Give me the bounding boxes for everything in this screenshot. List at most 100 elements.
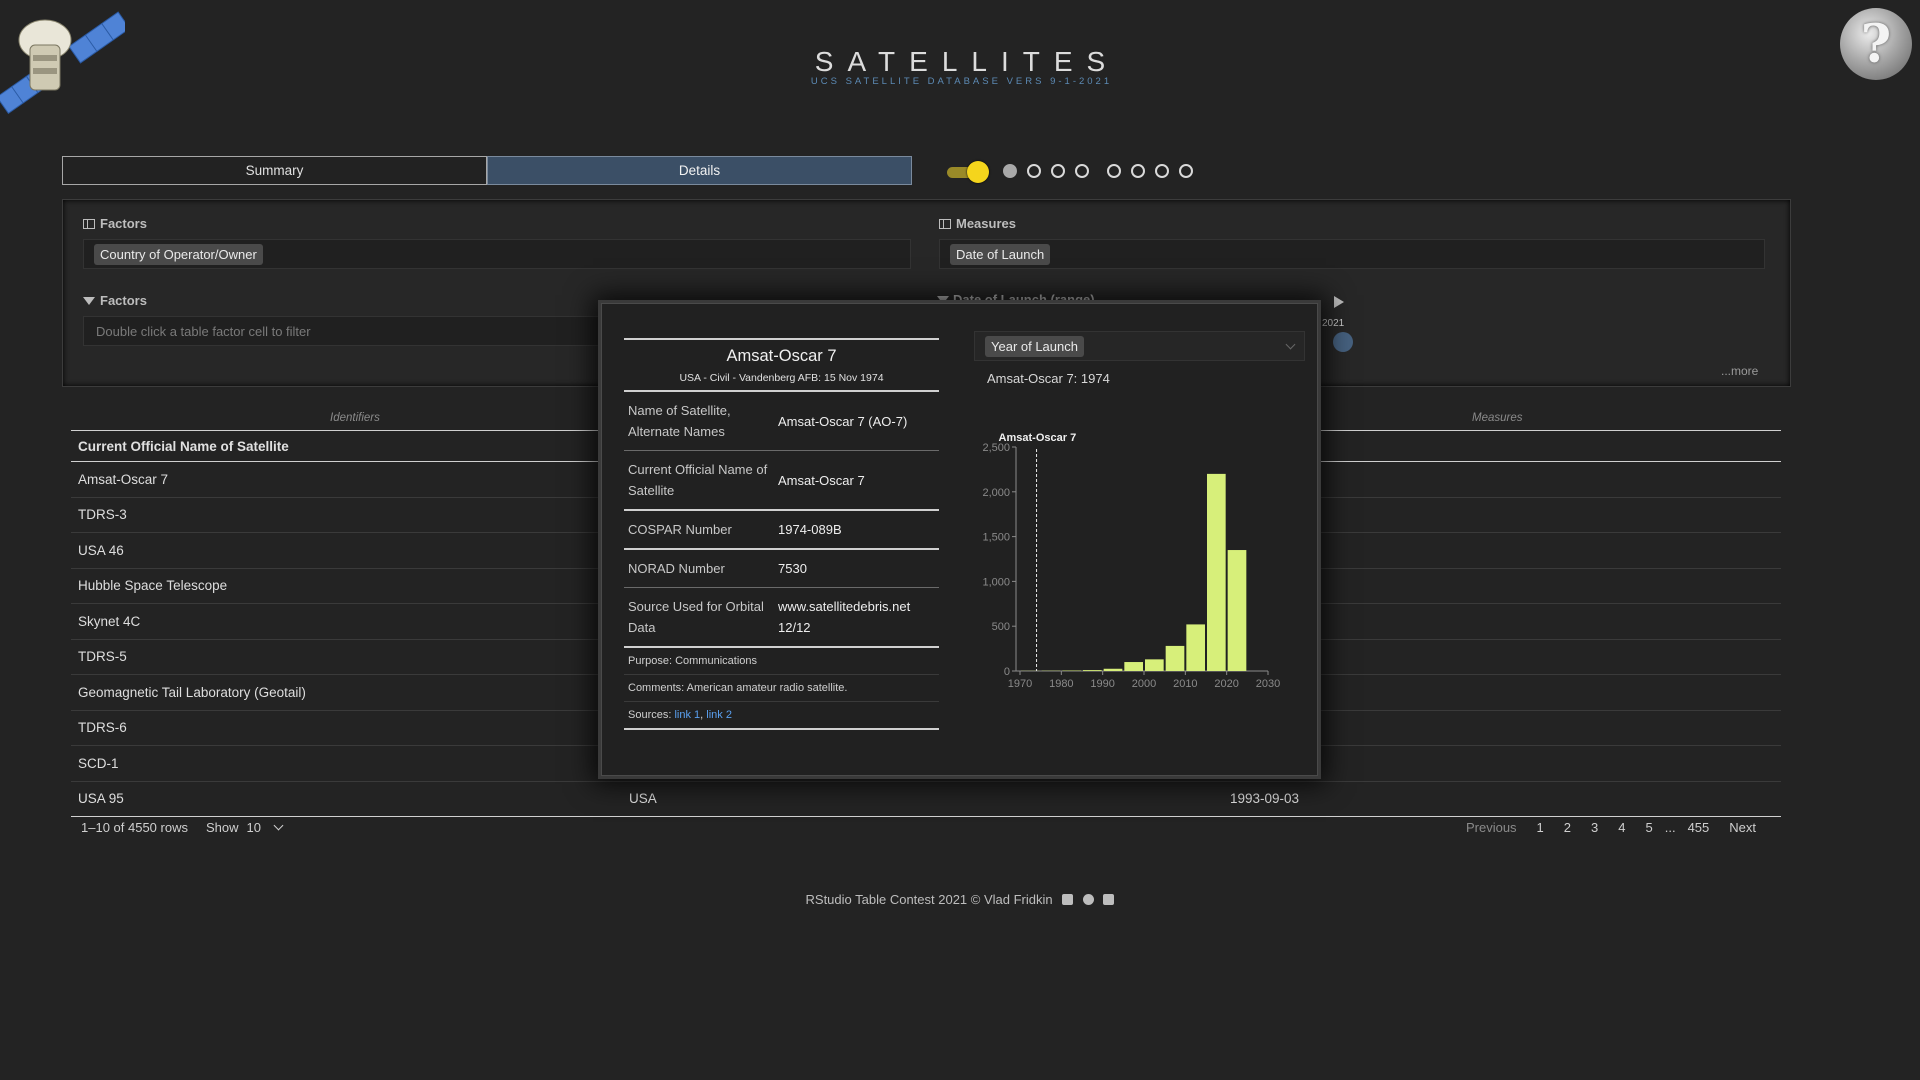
cell-name[interactable]: USA 95 [71, 791, 629, 806]
measure-chip[interactable]: Date of Launch [950, 243, 1051, 265]
x-tick-label: 2030 [1256, 678, 1280, 690]
previous-page-button[interactable]: Previous [1456, 820, 1527, 835]
page-button[interactable]: 2 [1554, 820, 1581, 835]
field-value: www.satellitedebris.net 12/12 [778, 599, 911, 635]
step-dot-7[interactable] [1155, 164, 1169, 178]
step-dot-5[interactable] [1107, 164, 1121, 178]
footer-text: RStudio Table Contest 2021 © Vlad Fridki… [805, 892, 1053, 907]
factor-chip[interactable]: Country of Operator/Owner [94, 243, 263, 265]
histogram-bar [1145, 659, 1164, 671]
footer: RStudio Table Contest 2021 © Vlad Fridki… [0, 892, 1920, 907]
sources-label: Sources: [628, 709, 672, 721]
cell-name[interactable]: Geomagnetic Tail Laboratory (Geotail) [71, 685, 629, 700]
page-ellipsis: ... [1664, 820, 1676, 835]
step-dot-8[interactable] [1179, 164, 1193, 178]
step-dot-2[interactable] [1027, 164, 1041, 178]
step-dot-6[interactable] [1131, 164, 1145, 178]
cell-name[interactable]: TDRS-5 [71, 649, 629, 664]
cell-country[interactable]: USA [629, 791, 1180, 806]
satellite-info: Amsat-Oscar 7 USA - Civil - Vandenberg A… [624, 338, 939, 730]
table-icon [83, 218, 95, 229]
source-link-1[interactable]: link 1 [674, 709, 700, 721]
purpose-text: Purpose: Communications [624, 648, 939, 675]
factors-section-label: Factors [83, 216, 147, 231]
filter-input[interactable]: Double click a table factor cell to filt… [83, 316, 613, 346]
field-value: 1974-089B [778, 522, 842, 537]
y-tick-label: 1,000 [982, 576, 1010, 588]
x-tick-label: 1970 [1008, 678, 1032, 690]
factors-drop-zone[interactable]: Country of Operator/Owner [83, 239, 911, 269]
y-tick-label: 2,000 [982, 487, 1010, 499]
cell-name[interactable]: TDRS-3 [71, 507, 629, 522]
filter-section-label: Factors [83, 293, 147, 308]
x-tick-label: 2020 [1214, 678, 1238, 690]
measures-group-header: Measures [1472, 412, 1523, 424]
step-dot-1[interactable] [1003, 164, 1017, 178]
table-icon [939, 218, 951, 229]
theme-toggle[interactable] [947, 161, 989, 183]
field-key: COSPAR Number [628, 522, 732, 537]
histogram-bar [1165, 645, 1185, 671]
play-icon[interactable] [1334, 296, 1344, 308]
cell-name[interactable]: TDRS-6 [71, 720, 629, 735]
help-icon: ? [1860, 13, 1892, 75]
page-button[interactable]: 3 [1581, 820, 1608, 835]
cell-name[interactable]: SCD-1 [71, 756, 629, 771]
row-count: 1–10 of 4550 rows [81, 820, 188, 835]
field-value: 7530 [778, 561, 807, 576]
modal-title: Amsat-Oscar 7 [726, 347, 837, 365]
factors-label-text: Factors [100, 216, 147, 231]
field-row: Source Used for Orbital Data www.satelli… [624, 588, 939, 648]
pagination-info: 1–10 of 4550 rows Show 10 [81, 820, 284, 835]
field-row: Name of Satellite, Alternate Names Amsat… [624, 392, 939, 451]
range-slider-handle[interactable] [1333, 332, 1353, 352]
measure-select[interactable]: Year of Launch [974, 331, 1305, 361]
measures-label-text: Measures [956, 216, 1016, 231]
page-button[interactable]: 4 [1608, 820, 1635, 835]
histogram-bar [1124, 662, 1143, 671]
step-dot-4[interactable] [1075, 164, 1089, 178]
sources-row: Sources: link 1, link 2 [624, 702, 939, 730]
tab-details[interactable]: Details [487, 156, 912, 185]
next-page-button[interactable]: Next [1719, 820, 1766, 835]
cell-name[interactable]: USA 46 [71, 543, 629, 558]
chevron-down-icon [273, 820, 284, 831]
modal-header: Amsat-Oscar 7 USA - Civil - Vandenberg A… [624, 338, 939, 392]
column-header-name[interactable]: Current Official Name of Satellite [71, 439, 289, 454]
range-end-year: 2021 [1322, 318, 1345, 329]
x-tick-label: 1980 [1049, 678, 1073, 690]
filter-icon [83, 296, 95, 305]
toggle-knob [967, 161, 989, 183]
field-row: COSPAR Number 1974-089B [624, 511, 939, 550]
more-link[interactable]: ...more [1721, 364, 1758, 378]
x-tick-label: 2010 [1173, 678, 1197, 690]
field-value: Amsat-Oscar 7 (AO-7) [778, 413, 908, 429]
page-button[interactable]: 1 [1527, 820, 1554, 835]
youtube-icon[interactable] [1103, 894, 1115, 905]
y-tick-label: 0 [1004, 666, 1010, 678]
tab-summary[interactable]: Summary [62, 156, 487, 185]
histogram-bar [1103, 668, 1123, 671]
marker-label: Amsat-Oscar 7 [999, 432, 1077, 444]
measures-drop-zone[interactable]: Date of Launch [939, 239, 1765, 269]
page-button[interactable]: 455 [1678, 820, 1720, 835]
chart-caption: Amsat-Oscar 7: 1974 [987, 371, 1110, 386]
field-key: NORAD Number [628, 561, 725, 576]
linkedin-icon[interactable] [1062, 894, 1074, 905]
x-tick-label: 2000 [1132, 678, 1156, 690]
help-button[interactable]: ? [1840, 8, 1912, 80]
step-dot-3[interactable] [1051, 164, 1065, 178]
cell-name[interactable]: Amsat-Oscar 7 [71, 472, 629, 487]
page-size-select[interactable]: 10 [247, 820, 284, 835]
chevron-down-icon [1285, 339, 1296, 349]
github-icon[interactable] [1082, 894, 1094, 905]
measure-select-value: Year of Launch [985, 335, 1084, 357]
launch-year-histogram: 05001,0001,5002,0002,5001970 1980 1990 2000… [982, 432, 1280, 690]
histogram-bar [1186, 624, 1205, 671]
field-value: Amsat-Oscar 7 [778, 472, 865, 488]
page-button[interactable]: 5 [1635, 820, 1662, 835]
cell-name[interactable]: Hubble Space Telescope [71, 578, 629, 593]
table-row[interactable]: USA 95 USA 1993-09-03 [71, 782, 1781, 817]
cell-name[interactable]: Skynet 4C [71, 614, 629, 629]
source-link-2[interactable]: link 2 [706, 709, 732, 721]
